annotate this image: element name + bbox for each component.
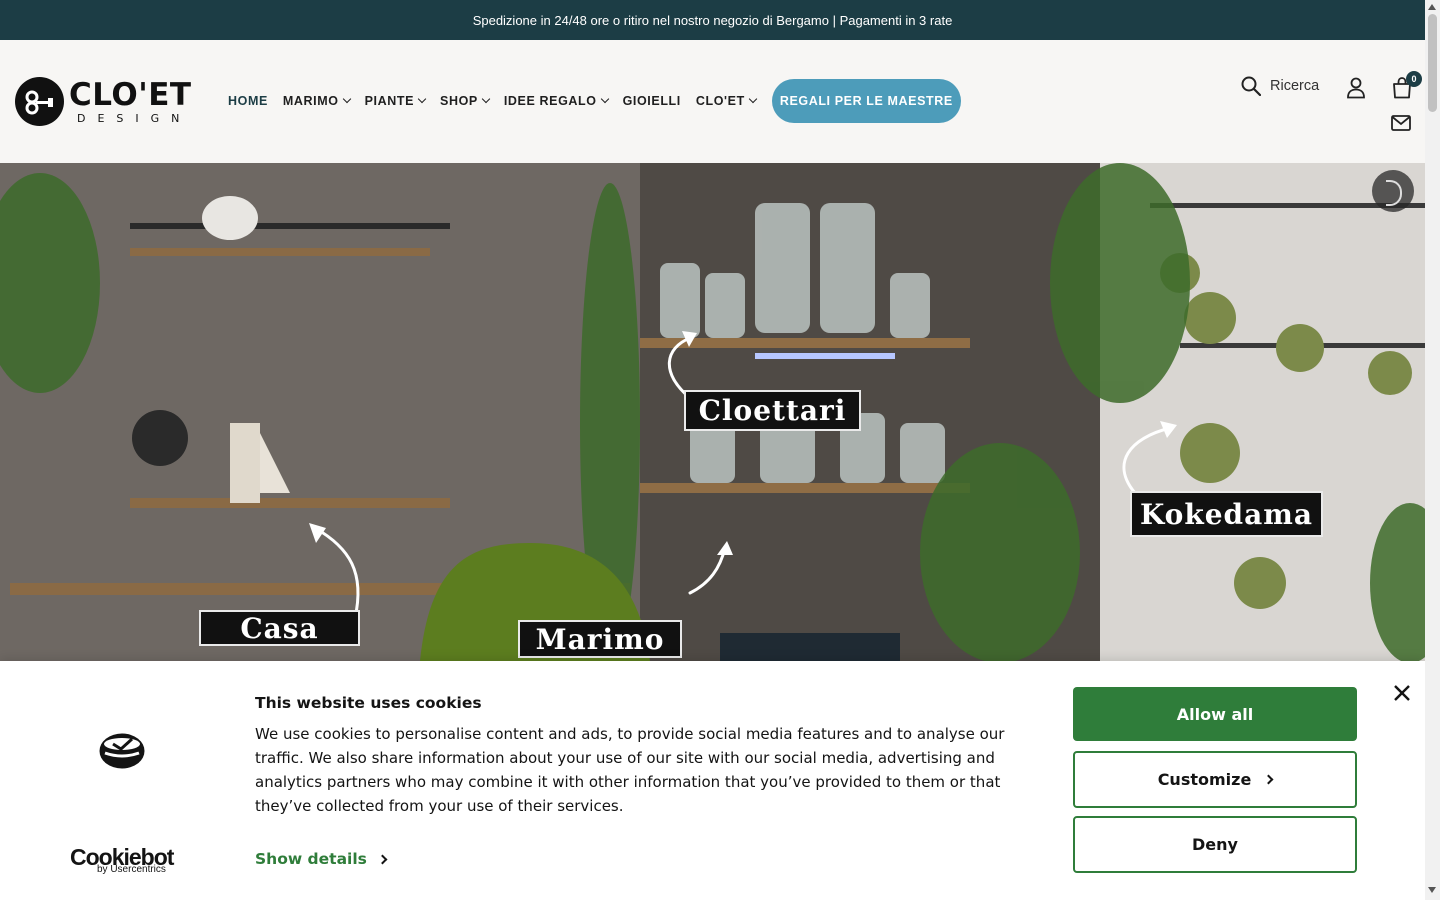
hero-tag-kokedama[interactable]: Kokedama — [1130, 491, 1323, 537]
scrollbar-thumb[interactable] — [1428, 14, 1437, 112]
pause-icon[interactable] — [1372, 170, 1414, 212]
main-nav: HOME MARIMO PIANTE SHOP IDEE REGALO GIOI… — [228, 79, 961, 123]
site-header: CLO'ET DESIGN HOME MARIMO PIANTE SHOP ID… — [0, 40, 1425, 163]
search-icon — [1241, 76, 1261, 96]
allow-all-button[interactable]: Allow all — [1073, 687, 1357, 741]
chevron-right-icon — [1263, 774, 1274, 785]
hero-tag-marimo[interactable]: Marimo — [518, 620, 682, 658]
logo-subtitle: DESIGN — [77, 112, 192, 125]
nav-item-label: SHOP — [440, 94, 478, 108]
user-icon — [1347, 77, 1365, 99]
nav-item-idee-regalo[interactable]: IDEE REGALO — [503, 94, 609, 108]
page-scrollbar[interactable] — [1425, 0, 1440, 900]
logo-wordmark: CLO'ET — [69, 77, 192, 113]
search-label: Ricerca — [1270, 78, 1320, 94]
cookiebot-logo-icon — [99, 733, 145, 769]
chevron-down-icon — [417, 94, 427, 104]
nav-item-home[interactable]: HOME — [228, 94, 268, 108]
nav-item-label: CLO'ET — [695, 94, 745, 108]
logo[interactable]: CLO'ET DESIGN — [15, 76, 201, 128]
hero-tag-casa[interactable]: Casa — [199, 610, 360, 646]
deny-button[interactable]: Deny — [1073, 816, 1357, 873]
cookie-consent-banner: Cookiebot by Usercentrics This website u… — [0, 661, 1425, 900]
announcement-text: Spedizione in 24/48 ore o ritiro nel nos… — [472, 12, 953, 28]
nav-item-label: MARIMO — [282, 94, 339, 108]
hero-tag-cloettari[interactable]: Cloettari — [684, 390, 861, 431]
nav-item-cloet[interactable]: CLO'ET — [695, 94, 758, 108]
chevron-down-icon — [342, 94, 351, 104]
close-button[interactable] — [1392, 683, 1412, 703]
scroll-up-arrow-icon[interactable] — [1428, 4, 1436, 10]
contact-button[interactable] — [1391, 115, 1411, 135]
nav-item-label: IDEE REGALO — [503, 94, 597, 108]
cookiebot-byline: by Usercentrics — [97, 864, 166, 875]
nav-item-label: HOME — [228, 94, 268, 108]
regali-maestre-button[interactable]: REGALI PER LE MAESTRE — [771, 79, 961, 123]
chevron-down-icon — [600, 94, 609, 104]
hero-banner: Cloettari Kokedama Casa Marimo — [0, 163, 1425, 661]
mail-icon — [1391, 115, 1411, 131]
nav-item-gioielli[interactable]: GIOIELLI — [623, 94, 681, 108]
chevron-down-icon — [481, 94, 491, 104]
show-details-link[interactable]: Show details — [255, 850, 388, 868]
cart-count-badge: 0 — [1406, 71, 1422, 87]
nav-item-piante[interactable]: PIANTE — [364, 94, 427, 108]
search-button[interactable]: Ricerca — [1241, 76, 1319, 96]
close-icon — [1394, 685, 1410, 701]
cart-button[interactable]: 0 — [1392, 71, 1422, 103]
nav-item-shop[interactable]: SHOP — [440, 94, 491, 108]
cookie-description: We use cookies to personalise content an… — [255, 725, 1005, 815]
nav-item-marimo[interactable]: MARIMO — [282, 94, 351, 108]
nav-item-label: GIOIELLI — [622, 94, 681, 108]
scroll-down-arrow-icon[interactable] — [1428, 887, 1436, 893]
chevron-right-icon — [377, 854, 388, 864]
announcement-bar: Spedizione in 24/48 ore o ritiro nel nos… — [0, 0, 1425, 40]
nav-item-label: PIANTE — [364, 94, 415, 108]
show-details-label: Show details — [255, 850, 367, 868]
chevron-down-icon — [748, 94, 758, 104]
cookie-title: This website uses cookies — [255, 694, 482, 712]
account-button[interactable] — [1346, 77, 1366, 103]
customize-button[interactable]: Customize — [1073, 751, 1357, 808]
customize-label: Customize — [1157, 770, 1252, 789]
logo-mark-icon — [15, 77, 64, 126]
